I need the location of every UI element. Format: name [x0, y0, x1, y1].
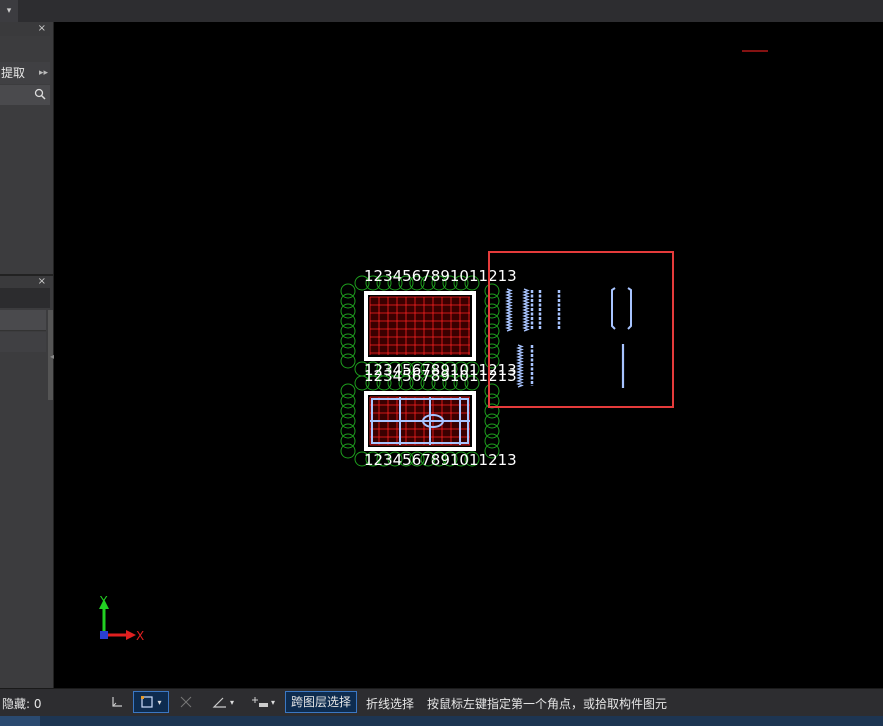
- ucs-x-arrow: [126, 630, 136, 640]
- cross-layer-select-button[interactable]: 跨图层选择: [285, 691, 358, 713]
- panel-toolbar: [0, 288, 50, 308]
- hidden-count: 隐藏: 0: [2, 697, 42, 711]
- expand-arrow-icon[interactable]: ▸▸: [39, 62, 48, 84]
- chevron-down-icon[interactable]: ▾: [157, 698, 161, 707]
- property-row[interactable]: [0, 332, 46, 352]
- dynamic-input-button[interactable]: ▾: [246, 691, 280, 713]
- plan-fill: [370, 297, 470, 355]
- drawing-canvas[interactable]: 1234567891011213 1234567891011213 12345678…: [54, 22, 883, 688]
- top-toolbar: ▾: [0, 0, 883, 23]
- rebar-detail: [611, 287, 616, 330]
- rebar-detail: [627, 287, 632, 330]
- search-input[interactable]: [0, 85, 50, 105]
- object-snap-button[interactable]: ▾: [133, 691, 169, 713]
- status-bar: 隐藏: 0 ▾ ▾ ▾ 跨图层选择 折线选择 按鼠标左键指定第一个角点，或拾取构…: [0, 688, 883, 717]
- rebar-detail: [505, 288, 513, 332]
- dynamic-input-icon: [251, 697, 268, 707]
- window-bottom-strip: [0, 716, 883, 726]
- extract-tab[interactable]: 提取 ▸▸: [0, 62, 50, 84]
- ucs-origin: [100, 631, 108, 639]
- left-panel: × 提取 ▸▸ × ◂: [0, 22, 54, 688]
- panel-header-2: ×: [0, 276, 50, 288]
- tree-list[interactable]: [0, 106, 50, 274]
- floor-plan: 1234567891011213 1234567891011213: [340, 367, 517, 469]
- rebar-detail: [516, 344, 524, 388]
- polyline-select-button[interactable]: 折线选择: [366, 695, 414, 712]
- axis-bubble: [340, 443, 356, 459]
- cross-icon[interactable]: [176, 691, 196, 713]
- cad-viewport[interactable]: 1234567891011213 1234567891011213 12345678…: [54, 22, 883, 688]
- chevron-down-icon[interactable]: ▾: [271, 698, 275, 707]
- polar-angle-button[interactable]: ▾: [206, 691, 240, 713]
- floor-plan: 12345678910112131234567891011213: [340, 267, 517, 379]
- chevron-down-icon[interactable]: ▾: [230, 698, 234, 707]
- column-numbers: 1234567891011213: [364, 267, 517, 285]
- column-numbers: 1234567891011213: [364, 367, 517, 385]
- chevron-down-icon[interactable]: ▾: [0, 0, 18, 22]
- angle-icon: [212, 697, 226, 708]
- snap-square-icon: [141, 696, 154, 708]
- axis-bubble: [340, 353, 356, 369]
- ucs-x-label: X: [136, 629, 144, 643]
- search-icon[interactable]: [34, 88, 46, 100]
- close-icon[interactable]: ×: [38, 22, 46, 36]
- property-row[interactable]: [0, 310, 46, 331]
- rebar-detail: [522, 288, 530, 332]
- close-icon[interactable]: ×: [38, 276, 46, 288]
- panel-header: ×: [0, 22, 50, 36]
- column-numbers: 1234567891011213: [364, 451, 517, 469]
- command-prompt: 按鼠标左键指定第一个角点，或拾取构件图元: [427, 697, 668, 711]
- ucs-y-label: Y: [99, 594, 108, 608]
- ortho-icon[interactable]: [108, 691, 126, 713]
- taskbar-segment: [0, 716, 40, 726]
- extract-tab-label: 提取: [1, 66, 26, 80]
